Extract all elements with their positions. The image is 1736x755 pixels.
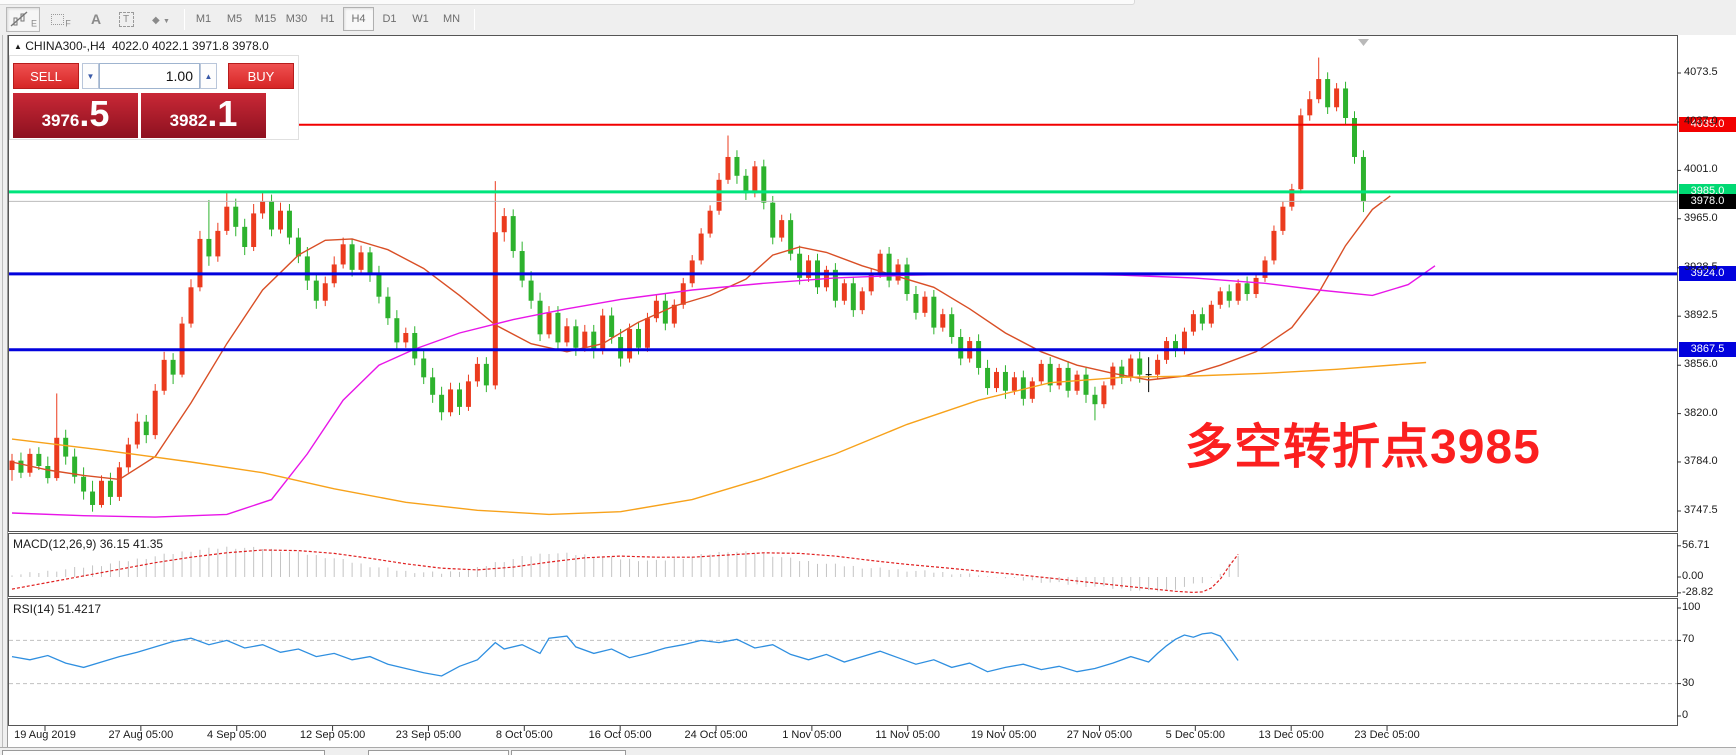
buy-price-main: 3982 — [169, 111, 208, 130]
volume-increase-button[interactable]: ▲ — [200, 63, 217, 89]
time-axis-label: 12 Sep 05:00 — [299, 729, 366, 741]
y-axis-tick: 3820.0 — [1684, 406, 1718, 419]
y-axis-tick: 3928.5 — [1684, 260, 1718, 273]
time-axis-label: 19 Aug 2019 — [14, 729, 76, 741]
y-axis-tick: 4073.5 — [1684, 66, 1718, 78]
docked-panel-edge[interactable] — [2, 750, 325, 755]
symbol-ohlc: 4022.0 4022.1 3971.8 3978.0 — [111, 39, 269, 53]
volume-input[interactable] — [99, 63, 200, 89]
macd-axis-tick: 0.00 — [1682, 570, 1704, 582]
rsi-axis-tick: 0 — [1682, 709, 1689, 721]
chart-annotation-text: 多空转折点3985 — [1185, 421, 1541, 474]
macd-axis-tick: 56.71 — [1682, 538, 1710, 551]
rsi-axis-tick: 30 — [1682, 676, 1695, 689]
docked-panel-edge[interactable] — [368, 750, 509, 755]
symbol-name: CHINA300-,H4 — [25, 39, 106, 53]
buy-price-button[interactable]: 3982.1 — [141, 93, 266, 138]
price-level-label: 3978.0 — [1679, 193, 1736, 209]
docked-panel-edge[interactable] — [511, 750, 626, 755]
time-axis-label: 8 Oct 05:00 — [495, 729, 553, 741]
macd-axis-tick: -28.82 — [1682, 585, 1714, 598]
time-axis-label: 13 Dec 05:00 — [1258, 729, 1324, 741]
sell-price-decimal: .5 — [79, 93, 110, 134]
time-axis-label: 27 Nov 05:00 — [1066, 729, 1133, 741]
mt4-window: E F A T ◆ ▼ M1 M5 M15 M30 H1 H4 D1 W1 MN ▲ CHINA… — [0, 0, 1736, 755]
y-axis-tick: 4001.0 — [1684, 163, 1718, 176]
sell-button[interactable]: SELL — [13, 63, 79, 89]
volume-decrease-button[interactable]: ▼ — [82, 63, 99, 89]
time-axis-label: 19 Nov 05:00 — [970, 729, 1037, 741]
buy-price-decimal: .1 — [207, 93, 238, 134]
time-axis-label: 23 Dec 05:00 — [1354, 729, 1420, 741]
time-axis-label: 23 Sep 05:00 — [395, 729, 462, 741]
y-axis-tick: 4037.0 — [1684, 115, 1718, 128]
time-axis-label: 4 Sep 05:00 — [207, 729, 267, 741]
bottom-dock-strip — [0, 747, 1736, 755]
rsi-axis-tick: 70 — [1682, 633, 1695, 646]
rsi-line — [11, 632, 1239, 677]
time-axis-label: 24 Oct 05:00 — [684, 729, 748, 741]
sell-price-main: 3976 — [41, 111, 80, 130]
time-axis-label: 1 Nov 05:00 — [782, 729, 842, 741]
one-click-trade-panel: SELL ▼ ▲ BUY 3976.5 3982.1 — [9, 55, 299, 140]
shift-triangle-icon — [1358, 39, 1369, 46]
y-axis-tick: 3856.0 — [1684, 358, 1718, 371]
sell-price-button[interactable]: 3976.5 — [13, 93, 138, 138]
macd-signal-line — [11, 549, 1239, 594]
rsi-label: RSI(14) 51.4217 — [13, 602, 102, 616]
y-axis-tick: 3747.5 — [1684, 504, 1718, 516]
time-axis-label: 16 Oct 05:00 — [588, 729, 652, 741]
time-axis-label: 5 Dec 05:00 — [1165, 729, 1225, 741]
y-axis-tick: 3784.0 — [1684, 454, 1718, 467]
time-axis-label: 11 Nov 05:00 — [875, 729, 941, 741]
buy-button[interactable]: BUY — [228, 63, 294, 89]
y-axis-tick: 3892.5 — [1684, 309, 1718, 322]
macd-label: MACD(12,26,9) 36.15 41.35 — [13, 537, 164, 551]
rsi-axis-tick: 100 — [1682, 601, 1701, 613]
collapse-triangle-icon[interactable]: ▲ — [14, 42, 22, 51]
time-axis-label: 27 Aug 05:00 — [108, 729, 174, 741]
price-level-label: 3867.5 — [1679, 342, 1736, 358]
symbol-header: ▲ CHINA300-,H4 4022.0 4022.1 3971.8 3978… — [14, 39, 269, 53]
y-axis-tick: 3965.0 — [1684, 211, 1718, 224]
